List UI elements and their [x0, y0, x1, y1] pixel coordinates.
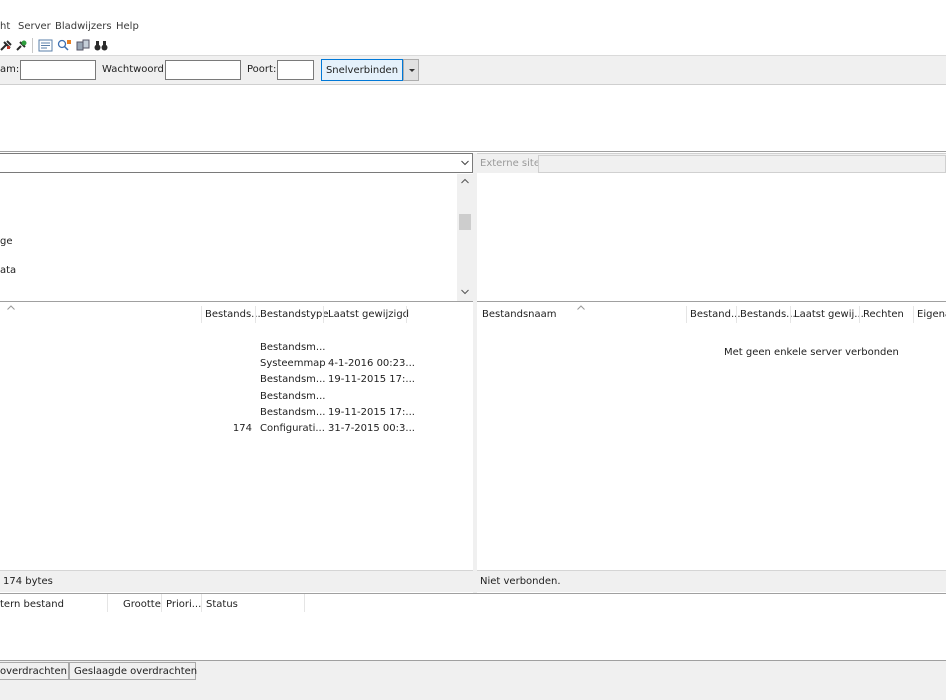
empty-list-message: Met geen enkele server verbonden	[724, 347, 899, 358]
chevron-down-icon[interactable]	[461, 160, 469, 166]
column-header-status[interactable]: Status	[206, 599, 238, 610]
local-status-bar: 174 bytes	[0, 570, 473, 592]
local-path-combobox[interactable]	[0, 153, 473, 173]
sync-browse-icon[interactable]	[57, 39, 72, 52]
password-label: Wachtwoord:	[102, 64, 168, 75]
remote-site-label: Externe site:	[480, 158, 544, 169]
row-modified: 31-7-2015 00:3...	[328, 423, 415, 434]
local-file-list[interactable]: Bestands... Bestandstype Laatst gewijzig…	[0, 304, 473, 570]
column-header-size[interactable]: Bestands...	[205, 309, 261, 320]
column-header-type[interactable]: Bestandstype	[260, 309, 329, 320]
remote-status-bar: Niet verbonden.	[477, 570, 946, 592]
remote-tree[interactable]	[477, 174, 946, 302]
search-binoculars-icon[interactable]	[94, 39, 108, 52]
column-header-filename[interactable]: Bestandsnaam	[482, 309, 557, 320]
transfer-queue[interactable]: tern bestand Grootte Priori... Status	[0, 593, 946, 661]
tab-failed-transfers[interactable]: overdrachten	[0, 662, 69, 680]
column-divider[interactable]	[201, 594, 202, 612]
local-status-text: 174 bytes	[3, 576, 53, 587]
column-divider[interactable]	[736, 306, 737, 323]
column-divider[interactable]	[161, 594, 162, 612]
row-type: Bestandsm...	[260, 407, 326, 418]
column-divider[interactable]	[107, 594, 108, 612]
row-type: Configurati...	[260, 423, 325, 434]
sort-ascending-icon	[7, 305, 15, 310]
row-type: Systeemmap	[260, 358, 326, 369]
toolbar	[0, 36, 946, 56]
column-divider[interactable]	[323, 306, 324, 323]
column-header-size[interactable]: Bestand...	[690, 309, 741, 320]
chevron-down-icon[interactable]	[461, 289, 469, 295]
menu-item-view[interactable]: ht	[0, 21, 10, 32]
menu-item-bookmarks[interactable]: Bladwijzers	[55, 21, 112, 32]
disconnect-icon[interactable]	[0, 39, 13, 52]
column-header-local-file[interactable]: tern bestand	[0, 599, 64, 610]
tree-item[interactable]: ge	[0, 236, 13, 247]
port-input[interactable]	[277, 60, 314, 80]
row-modified: 4-1-2016 00:23...	[328, 358, 415, 369]
row-type: Bestandsm...	[260, 374, 326, 385]
column-divider[interactable]	[406, 306, 407, 323]
password-input[interactable]	[165, 60, 241, 80]
port-label: Poort:	[247, 64, 277, 75]
remote-site-path-input[interactable]	[538, 155, 946, 173]
column-divider[interactable]	[304, 594, 305, 612]
quickconnect-bar: am: Wachtwoord: Poort: Snelverbinden	[0, 56, 946, 85]
chevron-up-icon[interactable]	[461, 178, 469, 184]
menu-item-help[interactable]: Help	[116, 21, 139, 32]
remote-file-list[interactable]: Bestandsnaam Bestand... Bestands... Laat…	[477, 304, 946, 570]
row-size: 174	[232, 423, 252, 434]
column-header-permissions[interactable]: Rechten	[863, 309, 904, 320]
local-tree[interactable]: ge ata	[0, 174, 473, 302]
menu-item-server[interactable]: Server	[18, 21, 51, 32]
row-type: Bestandsm...	[260, 342, 326, 353]
column-header-modified[interactable]: Laatst gewijzigd	[328, 309, 409, 320]
row-modified: 19-11-2015 17:...	[328, 374, 415, 385]
quickconnect-dropdown-button[interactable]	[403, 59, 419, 81]
username-label: am:	[0, 64, 20, 75]
remote-status-text: Niet verbonden.	[480, 576, 561, 587]
menu-bar: ht Server Bladwijzers Help	[0, 18, 946, 36]
column-divider[interactable]	[201, 306, 202, 323]
column-header-owner[interactable]: Eigena	[917, 309, 946, 320]
tree-item[interactable]: ata	[0, 265, 16, 276]
quickconnect-button[interactable]: Snelverbinden	[321, 59, 403, 81]
reconnect-icon[interactable]	[15, 39, 28, 52]
sort-ascending-icon	[577, 305, 585, 310]
column-header-modified[interactable]: Laatst gewij...	[794, 309, 864, 320]
row-modified: 19-11-2015 17:...	[328, 407, 415, 418]
compare-icon[interactable]	[76, 39, 91, 52]
column-divider[interactable]	[255, 306, 256, 323]
username-input[interactable]	[20, 60, 96, 80]
remote-site-bar: Externe site:	[477, 153, 946, 173]
column-divider[interactable]	[913, 306, 914, 323]
tab-successful-transfers[interactable]: Geslaagde overdrachten	[69, 662, 197, 680]
column-header-priority[interactable]: Priori...	[166, 599, 201, 610]
column-header-type[interactable]: Bestands...	[740, 309, 796, 320]
filter-icon[interactable]	[38, 39, 53, 52]
message-log[interactable]	[0, 86, 946, 152]
column-divider[interactable]	[686, 306, 687, 323]
row-type: Bestandsm...	[260, 391, 326, 402]
column-divider[interactable]	[859, 306, 860, 323]
column-divider[interactable]	[790, 306, 791, 323]
local-tree-scrollbar[interactable]	[457, 174, 473, 301]
scrollbar-thumb[interactable]	[459, 214, 471, 230]
column-header-size[interactable]: Grootte	[123, 599, 161, 610]
toolbar-separator	[32, 38, 33, 53]
